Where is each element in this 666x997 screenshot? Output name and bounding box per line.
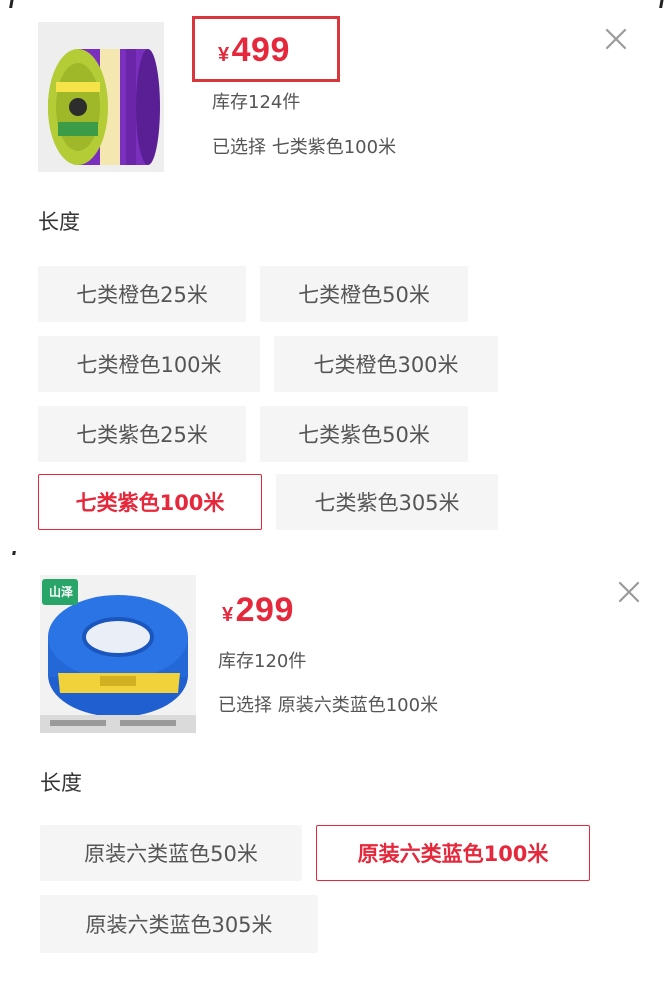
product-thumbnail bbox=[38, 22, 164, 172]
section-title-length: 长度 bbox=[40, 771, 82, 795]
option-cat7-orange-100m[interactable]: 七类橙色100米 bbox=[38, 336, 260, 392]
option-cat7-purple-100m[interactable]: 七类紫色100米 bbox=[38, 474, 262, 530]
product-thumbnail: 山泽 bbox=[40, 575, 196, 733]
currency-symbol: ¥ bbox=[218, 44, 230, 66]
option-cat7-purple-25m[interactable]: 七类紫色25米 bbox=[38, 406, 246, 462]
price-value: 499 bbox=[231, 31, 290, 69]
stock-count: 库存120件 bbox=[218, 651, 307, 672]
close-icon[interactable] bbox=[616, 579, 642, 605]
price: ¥499 bbox=[218, 31, 290, 70]
option-cat7-purple-50m[interactable]: 七类紫色50米 bbox=[260, 406, 468, 462]
currency-symbol: ¥ bbox=[222, 604, 234, 626]
sku-panel-cat6: 山泽 ¥299 库存120件 已选择 原装六类蓝色100米 长度 原装六类蓝色5… bbox=[0, 555, 666, 997]
corner-mark bbox=[9, 0, 14, 8]
section-title-length: 长度 bbox=[38, 210, 80, 234]
brand-badge: 山泽 bbox=[48, 585, 73, 599]
option-cat7-purple-305m[interactable]: 七类紫色305米 bbox=[276, 474, 498, 530]
option-cat6-blue-305m[interactable]: 原装六类蓝色305米 bbox=[40, 895, 318, 953]
selected-spec: 已选择 七类紫色100米 bbox=[212, 137, 397, 158]
stock-count: 库存124件 bbox=[212, 92, 301, 113]
option-cat7-orange-300m[interactable]: 七类橙色300米 bbox=[274, 336, 498, 392]
corner-mark bbox=[659, 0, 664, 8]
selected-spec: 已选择 原装六类蓝色100米 bbox=[218, 695, 439, 716]
option-cat7-orange-50m[interactable]: 七类橙色50米 bbox=[260, 266, 468, 322]
close-icon[interactable] bbox=[603, 26, 629, 52]
price: ¥299 bbox=[222, 591, 294, 630]
option-cat6-blue-50m[interactable]: 原装六类蓝色50米 bbox=[40, 825, 302, 881]
sku-panel-cat7: ¥499 库存124件 已选择 七类紫色100米 长度 七类橙色25米 七类橙色… bbox=[0, 0, 666, 545]
option-cat6-blue-100m[interactable]: 原装六类蓝色100米 bbox=[316, 825, 590, 881]
price-value: 299 bbox=[235, 591, 294, 629]
option-cat7-orange-25m[interactable]: 七类橙色25米 bbox=[38, 266, 246, 322]
cable-spool-purple-image bbox=[38, 22, 164, 172]
